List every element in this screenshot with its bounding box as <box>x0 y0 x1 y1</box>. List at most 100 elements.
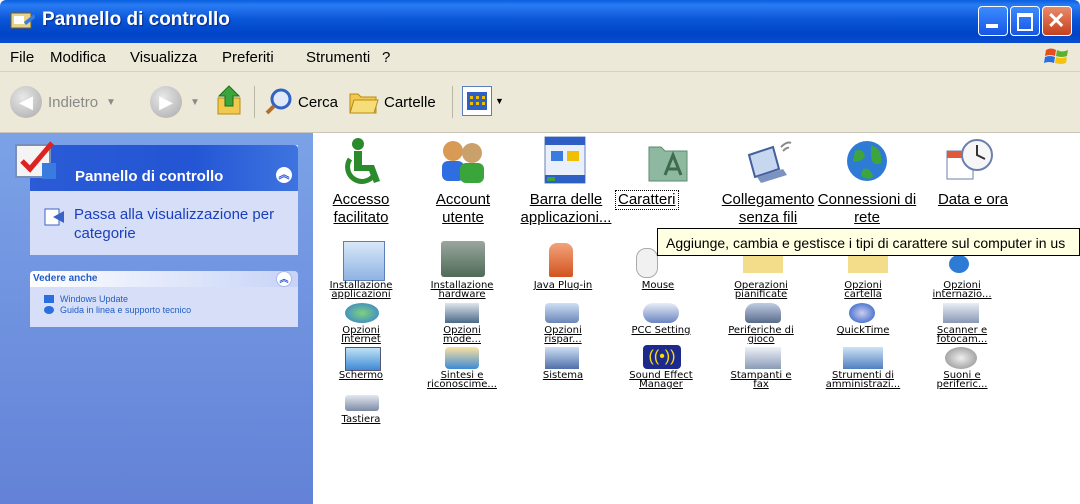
date-time-item[interactable]: Data e ora <box>918 191 1028 209</box>
system-item[interactable]: Sistema <box>518 371 608 381</box>
scanners-cameras-item[interactable]: Scanner e fotocam... <box>917 326 1007 345</box>
game-controllers-item[interactable]: Periferiche di gioco <box>716 326 806 345</box>
switch-view-link[interactable]: Passa alla visualizzazione per categorie <box>74 205 289 243</box>
add-remove-programs-icon <box>343 241 385 281</box>
system-icon <box>545 347 579 369</box>
display-item[interactable]: Schermo <box>316 370 406 381</box>
wireless-item[interactable]: Collegamento senza fili <box>713 191 823 227</box>
menu-help[interactable]: ? <box>382 49 390 66</box>
fonts-item[interactable]: Caratteri <box>615 190 679 210</box>
user-accounts-item[interactable]: Account utente <box>408 191 518 227</box>
folder-options-item[interactable]: Opzioni cartella <box>818 281 908 300</box>
user-accounts-icon <box>442 141 484 183</box>
back-arrow-icon: ◀ <box>10 86 42 118</box>
back-dropdown-icon[interactable]: ▼ <box>106 97 116 108</box>
sounds-devices-icon <box>945 347 977 369</box>
see-also-box: Vedere anche ︽ Windows Update Guida in l… <box>30 271 298 327</box>
close-icon: ✕ <box>1047 8 1066 33</box>
date-time-label: Data e ora <box>937 191 1009 208</box>
java-item[interactable]: Java Plug-in <box>518 280 608 291</box>
java-label: Java Plug-in <box>533 280 593 291</box>
up-folder-icon[interactable] <box>216 84 246 118</box>
wireless-label-2: senza fili <box>738 209 798 226</box>
display-label: Schermo <box>338 370 384 381</box>
menu-edit[interactable]: Modifica <box>50 49 106 66</box>
menu-view[interactable]: Visualizza <box>130 49 197 66</box>
keyboard-item[interactable]: Tastiera <box>316 415 406 425</box>
quicktime-item[interactable]: QuickTime <box>818 325 908 336</box>
quicktime-icon <box>849 303 875 323</box>
pcc-setting-item[interactable]: PCC Setting <box>616 325 706 336</box>
regional-options-icon <box>949 255 969 273</box>
add-hardware-icon <box>441 241 485 277</box>
toolbar: ◀ Indietro ▼ ▶ ▼ Cerca Cartelle ▼ <box>0 72 1080 133</box>
printers-fax-item[interactable]: Stampanti e fax <box>716 371 806 390</box>
folders-icon <box>349 93 379 114</box>
control-panel-title: Pannello di controllo <box>75 168 224 185</box>
folders-button[interactable]: Cartelle <box>348 88 436 116</box>
power-options-item[interactable]: Opzioni rispar... <box>518 326 608 345</box>
pcc-setting-label: PCC Setting <box>631 325 691 336</box>
admin-tools-item[interactable]: Strumenti di amministrazi... <box>818 371 908 390</box>
taskbar-item[interactable]: Barra delle applicazioni... <box>511 191 621 227</box>
menu-file[interactable]: File <box>10 49 34 66</box>
taskbar-icon <box>544 136 586 184</box>
speech-item[interactable]: Sintesi e riconoscime... <box>417 371 507 390</box>
internet-options-label-2: Internet <box>341 334 381 345</box>
accessibility-label-2: facilitato <box>333 209 389 226</box>
toolbar-separator <box>452 86 453 118</box>
modem-options-item[interactable]: Opzioni mode... <box>417 326 507 345</box>
windows-update-icon <box>44 295 54 303</box>
title-bar[interactable]: Pannello di controllo ✕ <box>0 0 1080 43</box>
menu-tools[interactable]: Strumenti <box>306 49 370 66</box>
admin-tools-icon <box>843 347 883 369</box>
regional-options-item[interactable]: Opzioni internazio... <box>917 281 1007 300</box>
windows-update-link[interactable]: Windows Update <box>60 295 128 304</box>
sound-effect-manager-item[interactable]: Sound Effect Manager <box>616 371 706 390</box>
clock-icon <box>946 139 993 180</box>
display-icon <box>345 347 381 371</box>
accessibility-item[interactable]: Accesso facilitato <box>306 191 416 227</box>
add-hardware-item[interactable]: Installazione hardware <box>417 281 507 300</box>
game-controllers-icon <box>745 303 781 323</box>
views-dropdown-icon[interactable]: ▼ <box>495 96 504 106</box>
scanners-cameras-icon <box>943 303 979 323</box>
windows-logo-icon <box>1044 48 1068 64</box>
help-support-link[interactable]: Guida in linea e supporto tecnico <box>60 306 240 315</box>
see-also-title: Vedere anche <box>33 273 98 284</box>
collapse-chevron-icon[interactable]: ︽ <box>276 271 292 287</box>
minimize-button[interactable] <box>978 6 1008 36</box>
admin-tools-label-2: amministrazi... <box>825 379 901 390</box>
close-button[interactable]: ✕ <box>1042 6 1072 36</box>
menu-favorites[interactable]: Preferiti <box>222 49 274 66</box>
mouse-item[interactable]: Mouse <box>613 281 703 291</box>
menu-bar: File Modifica Visualizza Preferiti Strum… <box>0 43 1080 72</box>
user-accounts-label-2: utente <box>442 209 484 226</box>
control-panel-icon <box>15 141 56 179</box>
taskbar-label-2: applicazioni... <box>520 209 612 226</box>
sound-effect-manager-icon: ((•)) <box>643 345 681 369</box>
internet-options-item[interactable]: Opzioni Internet <box>316 326 406 345</box>
quicktime-label: QuickTime <box>836 325 890 336</box>
scheduled-tasks-item[interactable]: Operazioni pianificate <box>716 281 806 300</box>
collapse-chevron-icon[interactable]: ︽ <box>276 167 292 183</box>
see-also-header: Vedere anche ︽ <box>30 271 298 287</box>
views-button[interactable]: ▼ <box>462 86 504 116</box>
help-icon <box>44 306 54 314</box>
sounds-devices-item[interactable]: Suoni e periferic... <box>917 371 1007 390</box>
power-options-icon <box>545 303 579 323</box>
network-connections-item[interactable]: Connessioni di rete <box>812 191 922 227</box>
sound-effect-manager-label-2: Manager <box>639 379 683 390</box>
add-remove-programs-item[interactable]: Installazione applicazioni <box>316 281 406 300</box>
search-button[interactable]: Cerca <box>264 88 338 116</box>
forward-dropdown-icon[interactable]: ▼ <box>190 97 200 108</box>
add-remove-programs-label-2: applicazioni <box>331 289 391 300</box>
forward-button[interactable]: ▶ ▼ <box>150 86 200 118</box>
sounds-devices-label-2: periferic... <box>936 379 988 390</box>
forward-arrow-icon: ▶ <box>150 86 182 118</box>
printers-fax-label-2: fax <box>753 379 769 390</box>
maximize-button[interactable] <box>1010 6 1040 36</box>
back-button[interactable]: ◀ Indietro ▼ <box>10 86 116 118</box>
fonts-label: Caratteri <box>615 190 679 210</box>
network-globe-icon <box>847 141 887 181</box>
